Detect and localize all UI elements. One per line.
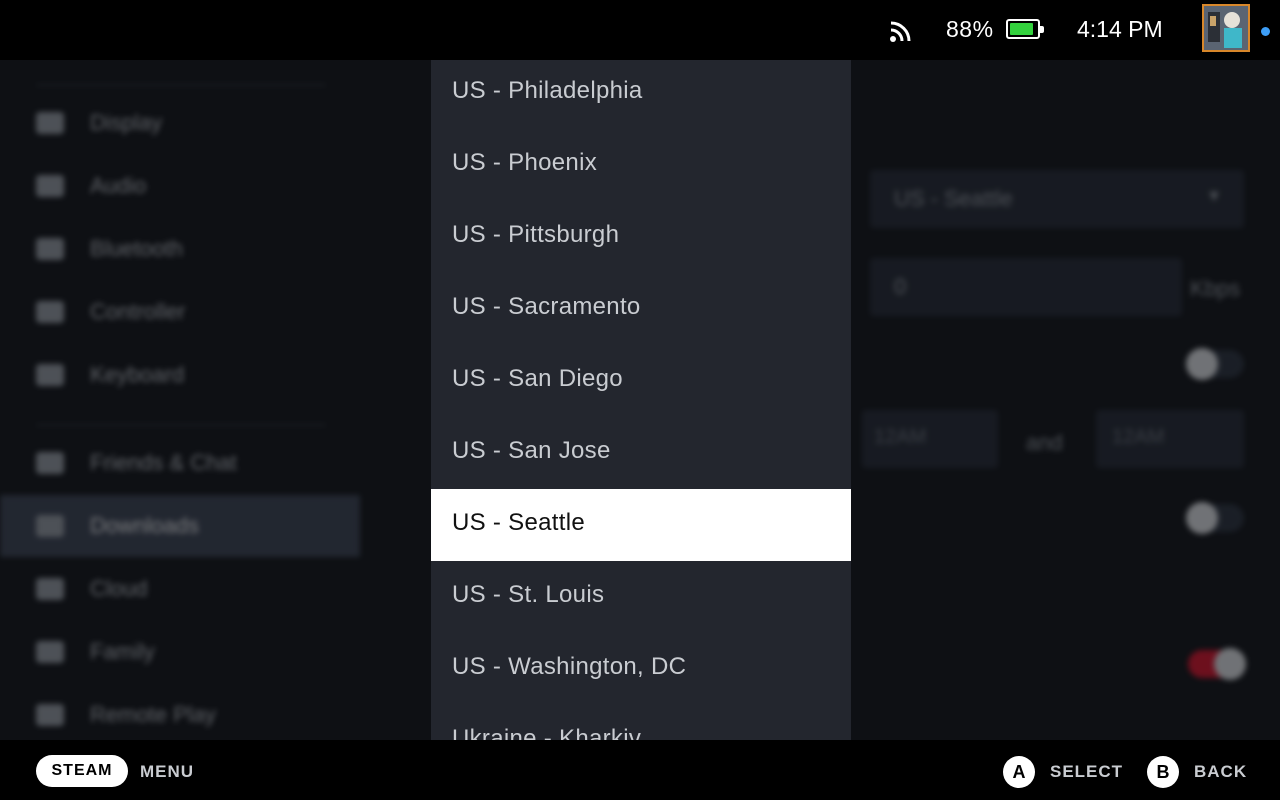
dropdown-option[interactable]: US - St. Louis (431, 561, 851, 633)
sidebar-item-label: Friends & Chat (90, 450, 237, 475)
sidebar-item: Cloud (0, 558, 360, 620)
display-icon (36, 112, 64, 134)
sidebar-item: Audio (0, 155, 360, 217)
dropdown-option[interactable]: US - Philadelphia (431, 60, 851, 129)
sidebar-item: Friends & Chat (0, 432, 360, 494)
avatar[interactable] (1202, 4, 1250, 52)
sidebar-item: Downloads (0, 495, 360, 557)
back-label: BACK (1194, 762, 1248, 781)
sidebar-item-label: Controller (90, 299, 186, 324)
controller-icon (36, 301, 64, 323)
schedule-toggle (1186, 348, 1244, 380)
dropdown-option[interactable]: US - San Jose (431, 417, 851, 489)
schedule-from-dropdown: 12AM (862, 410, 998, 468)
dropdown-option[interactable]: US - San Diego (431, 345, 851, 417)
battery-percent: 88% (946, 16, 994, 42)
chevron-down-icon: ▼ (1206, 188, 1222, 205)
friends-icon (36, 452, 64, 474)
sidebar-item: Controller (0, 281, 360, 343)
remote-play-icon (36, 704, 64, 726)
sidebar-divider (36, 84, 326, 86)
sidebar-item-label: Family (90, 639, 155, 664)
family-icon (36, 641, 64, 663)
sidebar-item-label: Cloud (90, 576, 148, 601)
schedule-to-dropdown: 12AM (1096, 410, 1244, 468)
dropdown-option[interactable]: US - Sacramento (431, 273, 851, 345)
region-dropdown-list[interactable]: US - Philadelphia US - Phoenix US - Pittsb… (431, 60, 851, 740)
sidebar-item-label: Downloads (90, 513, 199, 538)
limit-input-value: 0 (894, 274, 907, 299)
b-button-icon[interactable]: B (1147, 756, 1179, 788)
status-bar: 88% 4:14 PM (0, 0, 1280, 60)
download-icon (36, 515, 64, 537)
bluetooth-icon (36, 238, 64, 260)
dropdown-option[interactable]: US - Washington, DC (431, 633, 851, 705)
notification-dot (1261, 27, 1270, 36)
select-label: SELECT (1050, 762, 1124, 781)
footer-bar: STEAM MENU A SELECT B BACK (0, 740, 1280, 800)
keyboard-icon (36, 364, 64, 386)
settings-sidebar: Display Audio Bluetooth Controller Keyboard F… (0, 60, 360, 740)
region-dropdown-value: US - Seattle (894, 186, 1013, 211)
dropdown-option[interactable]: US - Phoenix (431, 129, 851, 201)
sidebar-item-label: Bluetooth (90, 236, 183, 261)
limit-unit: Kbps (1190, 276, 1241, 301)
sidebar-item-label: Display (90, 110, 163, 135)
audio-icon (36, 175, 64, 197)
sidebar-item-label: Remote Play (90, 702, 216, 727)
sidebar-item: Display (0, 92, 360, 154)
sidebar-item: Keyboard (0, 344, 360, 406)
allow-downloads-toggle (1186, 502, 1244, 534)
menu-label: MENU (140, 762, 195, 781)
sidebar-item-label: Audio (90, 173, 147, 198)
sidebar-divider (36, 424, 326, 426)
sidebar-item: Family (0, 621, 360, 683)
sidebar-item-label: Keyboard (90, 362, 185, 387)
battery-icon (1006, 19, 1044, 39)
a-button-icon[interactable]: A (1003, 756, 1035, 788)
clock: 4:14 PM (1077, 16, 1163, 42)
wifi-icon (890, 21, 911, 42)
dropdown-option-selected[interactable]: US - Seattle (431, 489, 851, 561)
dropdown-option[interactable]: US - Pittsburgh (431, 201, 851, 273)
schedule-and-label: and (1026, 430, 1063, 455)
dropdown-option[interactable]: Ukraine - Kharkiv (431, 705, 851, 740)
region-dropdown: US - Seattle ▼ (870, 170, 1244, 228)
limit-input: 0 (870, 258, 1182, 316)
cloud-icon (36, 578, 64, 600)
sidebar-item: Bluetooth (0, 218, 360, 280)
throttle-toggle (1188, 648, 1246, 680)
steam-button[interactable]: STEAM (36, 755, 128, 787)
sidebar-item: Remote Play (0, 684, 360, 746)
